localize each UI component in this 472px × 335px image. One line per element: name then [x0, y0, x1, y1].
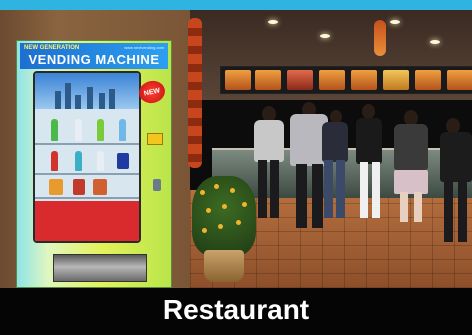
ceiling-light: [430, 40, 440, 44]
menu-photo: [287, 70, 313, 90]
snack-pack: [49, 179, 63, 195]
drink-bottle: [51, 119, 58, 141]
vending-machine-display: [33, 71, 141, 243]
snack-pack: [93, 179, 107, 195]
menu-photo: [447, 70, 472, 90]
ceiling-light: [268, 20, 278, 24]
menu-photo: [225, 70, 251, 90]
snack-pack: [117, 153, 129, 169]
vending-machine-header: NEW GENERATION www.nextvending.com VENDI…: [20, 43, 168, 69]
drink-bottle: [97, 151, 104, 171]
menu-photo: [255, 70, 281, 90]
top-accent-bar: [0, 0, 472, 10]
display-sky: [35, 73, 139, 109]
drink-bottle: [75, 119, 82, 141]
vending-machine-url: www.nextvending.com: [124, 45, 164, 50]
menu-photo: [319, 70, 345, 90]
product-pickup-slot[interactable]: [53, 254, 147, 282]
coin-slot[interactable]: [153, 179, 161, 191]
display-red-panel: [35, 201, 139, 241]
ceiling-light: [320, 34, 330, 38]
drink-bottle: [119, 119, 126, 141]
potted-plant: [192, 176, 256, 256]
menu-photo: [383, 70, 409, 90]
flower-pot: [204, 250, 244, 282]
vending-machine: NEW GENERATION www.nextvending.com VENDI…: [16, 40, 172, 288]
vending-machine-tagline: NEW GENERATION: [24, 45, 80, 51]
menu-photo: [415, 70, 441, 90]
image-caption: Restaurant: [162, 294, 310, 325]
payment-panel[interactable]: [147, 133, 163, 145]
new-badge: NEW: [136, 78, 168, 106]
drink-bottle: [51, 151, 58, 171]
hanging-decoration: [188, 18, 202, 168]
photo-scene: NEW GENERATION www.nextvending.com VENDI…: [0, 0, 472, 288]
drink-bottle: [75, 151, 82, 171]
snack-pack: [73, 179, 85, 195]
ceiling-light: [390, 20, 400, 24]
drink-bottle: [97, 119, 104, 141]
lantern-decoration: [374, 20, 386, 56]
vending-machine-title: VENDING MACHINE: [28, 52, 160, 67]
menu-photo: [351, 70, 377, 90]
menu-board: [220, 66, 472, 94]
